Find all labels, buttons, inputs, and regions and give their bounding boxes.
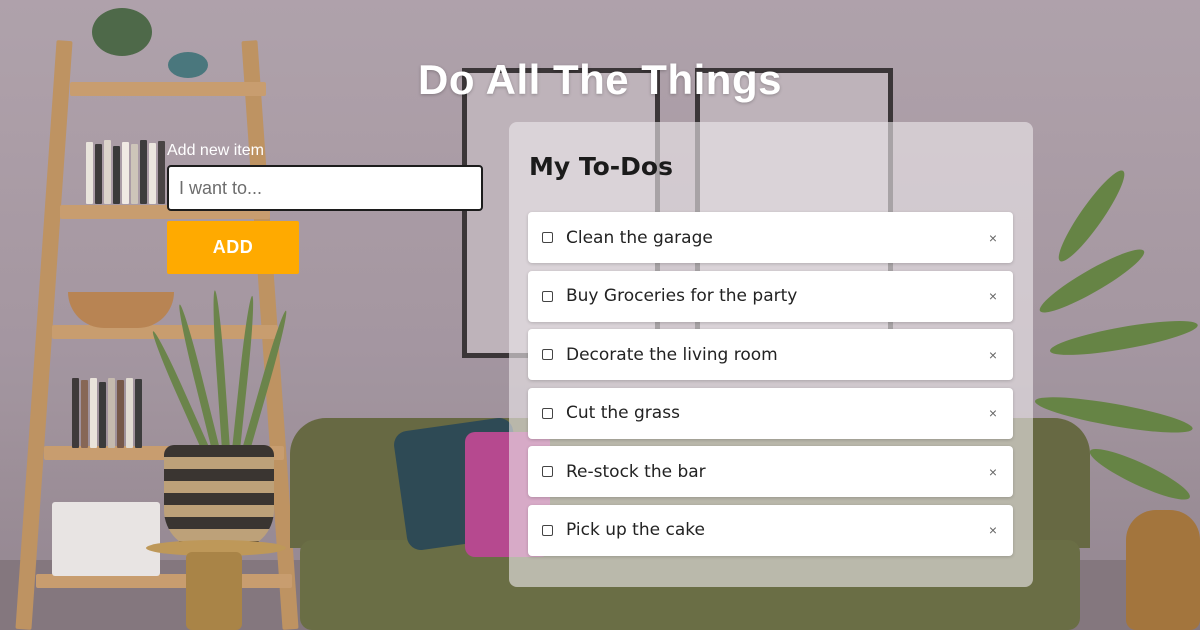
close-icon[interactable]: × — [989, 464, 997, 480]
todo-panel-title: My To-Dos — [529, 152, 673, 181]
checkbox-icon[interactable] — [542, 524, 553, 536]
new-item-input[interactable] — [167, 165, 483, 211]
todo-item: Re-stock the bar × — [528, 446, 1013, 498]
todo-item-label: Cut the grass — [566, 403, 680, 424]
checkbox-icon[interactable] — [542, 290, 553, 302]
checkbox-icon[interactable] — [542, 466, 553, 478]
todo-item-label: Clean the garage — [566, 227, 713, 248]
todo-item-label: Re-stock the bar — [566, 461, 706, 482]
checkbox-icon[interactable] — [542, 407, 553, 419]
todo-list: Clean the garage × Buy Groceries for the… — [528, 212, 1013, 564]
todo-item-label: Buy Groceries for the party — [566, 286, 798, 307]
todo-item: Cut the grass × — [528, 387, 1013, 439]
todo-item: Pick up the cake × — [528, 504, 1013, 556]
todo-item-label: Pick up the cake — [566, 520, 705, 541]
close-icon[interactable]: × — [989, 230, 997, 246]
add-item-form: Add new item ADD — [167, 142, 483, 274]
add-item-label: Add new item — [167, 142, 264, 159]
checkbox-icon[interactable] — [542, 232, 553, 243]
todo-item: Clean the garage × — [528, 212, 1013, 263]
todo-item-label: Decorate the living room — [566, 344, 778, 365]
close-icon[interactable]: × — [989, 288, 997, 304]
todo-panel: My To-Dos Clean the garage × Buy Groceri… — [509, 122, 1033, 587]
add-button[interactable]: ADD — [167, 221, 299, 274]
page-title: Do All The Things — [418, 56, 782, 104]
close-icon[interactable]: × — [989, 347, 997, 363]
checkbox-icon[interactable] — [542, 349, 553, 361]
todo-item: Decorate the living room × — [528, 329, 1013, 381]
close-icon[interactable]: × — [989, 522, 997, 538]
close-icon[interactable]: × — [989, 405, 997, 421]
todo-item: Buy Groceries for the party × — [528, 270, 1013, 322]
